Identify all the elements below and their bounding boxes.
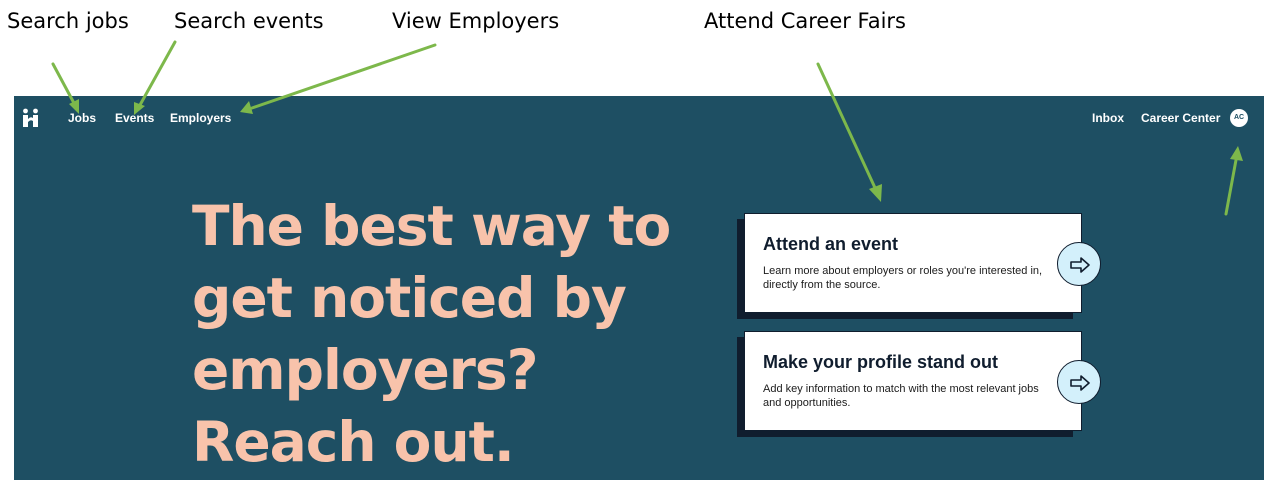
- annotation-attend-career-fairs: Attend Career Fairs: [704, 9, 906, 33]
- hero-line: employers?: [192, 338, 539, 402]
- card-description: Learn more about employers or roles you'…: [763, 265, 1043, 291]
- app-window: Jobs Events Employers Inbox Career Cente…: [14, 96, 1264, 480]
- hero-line: The best way to: [192, 194, 671, 258]
- card-title: Attend an event: [763, 234, 899, 254]
- nav-link-jobs[interactable]: Jobs: [68, 111, 96, 125]
- hero-line: get noticed by: [192, 266, 627, 330]
- top-navbar: Jobs Events Employers Inbox Career Cente…: [14, 96, 1264, 140]
- hero-line: Reach out.: [192, 410, 515, 474]
- user-avatar[interactable]: AC: [1230, 109, 1248, 127]
- arrow-right-icon[interactable]: [1057, 242, 1101, 286]
- card-title: Make your profile stand out: [763, 352, 999, 372]
- profile-card[interactable]: Make your profile stand out Add key info…: [744, 331, 1101, 431]
- hero-heading: The best way to get noticed by employers…: [192, 190, 692, 478]
- handshake-logo-icon[interactable]: [22, 108, 40, 128]
- nav-link-career-center[interactable]: Career Center: [1141, 111, 1220, 125]
- annotation-view-employers: View Employers: [392, 9, 560, 33]
- card-description: Add key information to match with the mo…: [763, 383, 1039, 409]
- annotation-search-jobs: Search jobs: [7, 9, 129, 33]
- attend-event-card[interactable]: Attend an event Learn more about employe…: [744, 213, 1101, 313]
- nav-link-inbox[interactable]: Inbox: [1092, 111, 1124, 125]
- annotation-search-events: Search events: [174, 9, 324, 33]
- arrow-right-icon[interactable]: [1057, 360, 1101, 404]
- nav-link-events[interactable]: Events: [115, 111, 154, 125]
- nav-link-employers[interactable]: Employers: [170, 111, 231, 125]
